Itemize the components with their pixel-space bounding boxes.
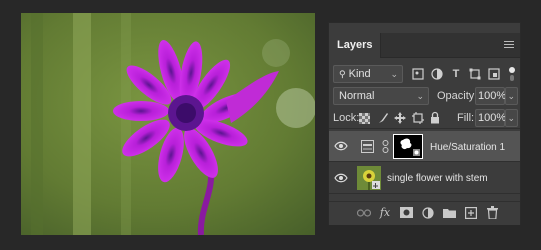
lock-artboard-icon[interactable] (412, 112, 424, 124)
trash-icon[interactable] (487, 206, 498, 219)
link-icon[interactable] (357, 209, 371, 218)
panel-menu-icon[interactable] (504, 41, 514, 49)
flower-image (21, 13, 315, 235)
fill-label: Fill: (457, 112, 475, 124)
chevron-down-icon: ⌄ (507, 91, 515, 101)
filter-kind-select[interactable]: ⚲ Kind ⌄ (333, 65, 403, 83)
lock-position-icon[interactable] (394, 112, 406, 124)
flower-photo[interactable] (21, 13, 315, 235)
blend-mode-value: Normal (339, 90, 375, 102)
type-filter-icon[interactable]: T (449, 67, 463, 81)
mask-link-icon[interactable] (382, 140, 389, 153)
opacity-field[interactable]: 100% (475, 87, 507, 105)
adjustment-layer-icon (361, 140, 374, 153)
lock-row: Lock: Fill: 100% ⌄ (329, 107, 520, 129)
layer-row-single-flower[interactable]: single flower with stem (329, 163, 520, 194)
group-icon[interactable] (443, 208, 456, 218)
filter-kind-label: Kind (348, 68, 371, 80)
filter-toggle-icon[interactable] (508, 66, 516, 82)
layer-mask-thumbnail[interactable] (393, 134, 423, 159)
smart-object-filter-icon[interactable] (487, 67, 501, 81)
fx-icon[interactable]: fx (378, 207, 392, 219)
layer-row-hue-saturation[interactable]: Hue/Saturation 1 (329, 131, 520, 162)
layer-name[interactable]: Hue/Saturation 1 (430, 142, 505, 154)
visibility-eye-icon[interactable] (334, 140, 348, 152)
layers-panel: Layers ⚲ Kind ⌄ T Normal ⌄ Opacity: 100%… (328, 22, 521, 225)
fill-value: 100% (478, 112, 507, 124)
adjustment-filter-icon[interactable] (430, 67, 444, 81)
pixel-filter-icon[interactable] (411, 67, 425, 81)
new-layer-icon[interactable] (465, 207, 477, 219)
blend-row: Normal ⌄ Opacity: 100% ⌄ (329, 85, 520, 107)
visibility-eye-icon[interactable] (334, 172, 348, 184)
blend-mode-select[interactable]: Normal ⌄ (333, 87, 429, 105)
lock-label: Lock: (333, 112, 360, 124)
shape-filter-icon[interactable] (468, 67, 482, 81)
tab-layers[interactable]: Layers (329, 33, 382, 58)
fill-field[interactable]: 100% (475, 109, 507, 127)
adjustment-icon[interactable] (422, 207, 434, 219)
chevron-down-icon: ⌄ (507, 113, 515, 123)
mask-icon[interactable] (400, 207, 413, 218)
search-icon: ⚲ (339, 69, 346, 79)
panel-footer-bar: fx (329, 201, 520, 225)
fill-dropdown[interactable]: ⌄ (505, 109, 518, 127)
opacity-dropdown[interactable]: ⌄ (505, 87, 518, 105)
document-canvas[interactable] (0, 0, 328, 250)
lock-pixels-icon[interactable] (377, 112, 389, 124)
chevron-down-icon: ⌄ (416, 91, 424, 101)
opacity-label: Opacity: (437, 90, 478, 102)
filter-row: ⚲ Kind ⌄ T (329, 63, 520, 85)
lock-transparency-icon[interactable] (359, 113, 370, 124)
opacity-value: 100% (478, 90, 507, 102)
lock-all-icon[interactable] (430, 111, 440, 124)
layer-thumbnail[interactable] (357, 166, 381, 190)
panel-tab-bar: Layers (329, 33, 520, 58)
chevron-down-icon: ⌄ (390, 69, 398, 79)
layer-name[interactable]: single flower with stem (387, 173, 488, 185)
